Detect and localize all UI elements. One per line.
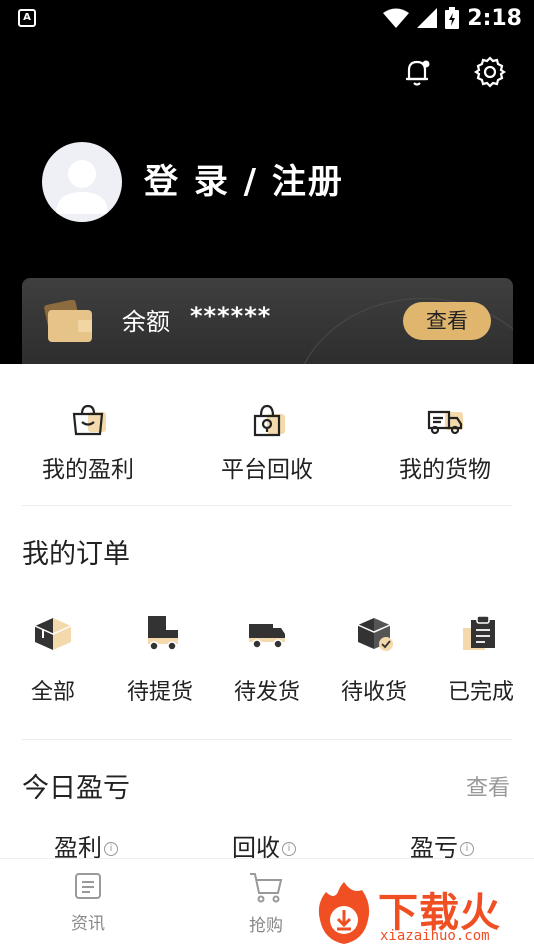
order-pending-receive[interactable]: 待收货 [324,614,424,706]
order-label: 待发货 [233,680,300,705]
divider [22,739,512,740]
news-icon [75,873,101,899]
order-all[interactable]: 全部 [3,614,103,706]
today-pnl-title: 今日盈亏 [22,773,130,804]
status-icons: 2:18 [383,4,522,32]
battery-icon [445,7,460,29]
nav-flash-sale[interactable]: 抢购 [216,871,316,936]
login-register-link[interactable]: 登 录 / 注册 [144,154,344,203]
quick-my-goods[interactable]: 我的货物 [365,402,525,484]
profile-header: 登 录 / 注册 余额 ****** 查看 [0,36,534,364]
divider [22,505,512,506]
quick-label: 平台回收 [221,457,313,483]
order-label: 待提货 [126,680,193,705]
box-icon [34,618,72,650]
gear-icon[interactable] [470,52,510,92]
order-label: 已完成 [447,680,514,705]
nav-news[interactable]: 资讯 [38,871,138,934]
wallet-icon [44,300,92,342]
recycle-bag-icon [253,404,285,437]
quick-label: 我的盈利 [42,457,134,483]
watermark: 下载火 xiazaihuo.com [312,880,528,946]
clock: 2:18 [467,5,522,31]
nav-label: 资讯 [71,914,105,934]
info-icon[interactable]: i [282,842,296,856]
order-label: 全部 [30,680,75,705]
nav-label: 抢购 [249,916,283,936]
truck-goods-icon [427,410,463,435]
bell-icon[interactable] [398,52,438,92]
order-completed[interactable]: 已完成 [431,614,531,706]
view-balance-button[interactable]: 查看 [403,302,491,340]
quick-actions: 我的盈利 平台回收 我的货物 [0,364,534,506]
quick-my-profit[interactable]: 我的盈利 [8,402,168,484]
balance-card: 余额 ****** 查看 [22,278,513,364]
orders-title: 我的订单 [22,539,130,570]
info-icon[interactable]: i [460,842,474,856]
today-view-more-link[interactable]: 查看 [466,770,510,802]
status-bar: A 2:18 [0,0,534,36]
profit-bag-icon [72,404,106,436]
signal-icon [417,8,438,28]
watermark-url: xiazaihuo.com [380,928,490,944]
cart-icon [250,873,283,903]
receive-box-icon [357,618,393,651]
avatar[interactable] [42,142,122,222]
flame-logo [318,882,370,944]
quick-platform-recycle[interactable]: 平台回收 [187,402,347,484]
main-panel: 我的盈利 平台回收 我的货物 我的订单 全部 待提货 待发货 待收货 已完成 今… [0,364,534,862]
quick-label: 我的货物 [399,457,491,483]
order-label: 待收货 [340,680,407,705]
pickup-truck-icon [148,616,178,651]
balance-value: ****** [190,302,272,330]
order-pending-pickup[interactable]: 待提货 [110,614,210,706]
clipboard-done-icon [463,615,495,650]
balance-label: 余额 [122,308,170,336]
wifi-icon [383,8,410,28]
shipping-truck-icon [249,624,285,649]
info-icon[interactable]: i [104,842,118,856]
accessibility-icon: A [18,9,36,27]
order-pending-ship[interactable]: 待发货 [217,614,317,706]
